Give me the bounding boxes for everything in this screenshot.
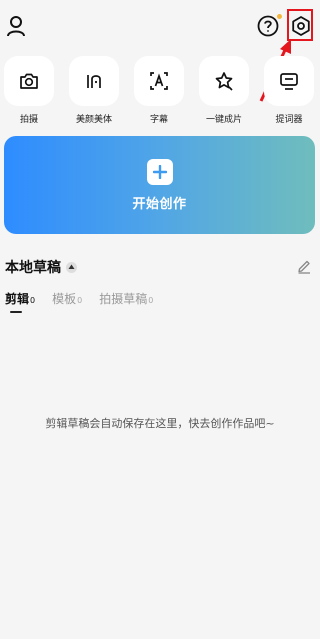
active-tab-indicator	[10, 311, 22, 313]
tool-tile[interactable]	[134, 56, 184, 106]
tool-subtitle[interactable]: 字幕	[134, 56, 184, 125]
local-drafts-title: 本地草稿	[5, 260, 61, 276]
empty-state-message: 剪辑草稿会自动保存在这里，快去创作作品吧~	[45, 417, 275, 430]
tool-teleprompter[interactable]: 提词器	[264, 56, 314, 125]
tab-template[interactable]: 模板 0	[52, 290, 82, 307]
top-bar	[0, 0, 315, 102]
collapse-toggle-icon[interactable]	[66, 261, 77, 273]
edit-pencil-icon[interactable]	[296, 258, 312, 274]
camera-icon	[20, 73, 38, 89]
tab-count: 0	[77, 296, 83, 305]
tool-tile[interactable]	[264, 56, 314, 106]
one-click-video-icon	[215, 72, 233, 91]
start-creation-button[interactable]: 开始创作	[4, 136, 315, 234]
tool-label: 提词器	[275, 115, 303, 125]
tab-label: 剪辑	[5, 292, 30, 306]
profile-icon[interactable]	[4, 13, 28, 39]
settings-gear-icon[interactable]	[288, 11, 314, 41]
tool-tile[interactable]	[4, 56, 54, 106]
tab-count: 0	[30, 296, 36, 305]
draft-tabs: 剪辑 0 模板 0 拍摄草稿 0	[5, 290, 170, 314]
tool-beauty[interactable]: 美颜美体	[69, 56, 119, 125]
tab-label: 模板	[52, 292, 77, 306]
beauty-icon	[87, 75, 101, 88]
tab-count: 0	[148, 296, 154, 305]
quick-tools-row: 拍摄 美颜美体 字幕 一键成片 提词器	[0, 56, 315, 126]
plus-icon	[146, 158, 173, 185]
tool-one-click[interactable]: 一键成片	[199, 56, 249, 125]
tab-edit[interactable]: 剪辑 0	[5, 290, 35, 307]
start-creation-label: 开始创作	[132, 196, 187, 212]
tool-tile[interactable]	[69, 56, 119, 106]
tab-label: 拍摄草稿	[99, 292, 148, 306]
local-drafts-header: 本地草稿	[5, 257, 77, 277]
subtitle-icon	[150, 72, 168, 90]
tool-shoot[interactable]: 拍摄	[4, 56, 54, 125]
tab-shoot-drafts[interactable]: 拍摄草稿 0	[99, 290, 153, 307]
tool-tile[interactable]	[199, 56, 249, 106]
teleprompter-icon	[280, 73, 298, 90]
notification-dot	[277, 14, 282, 19]
